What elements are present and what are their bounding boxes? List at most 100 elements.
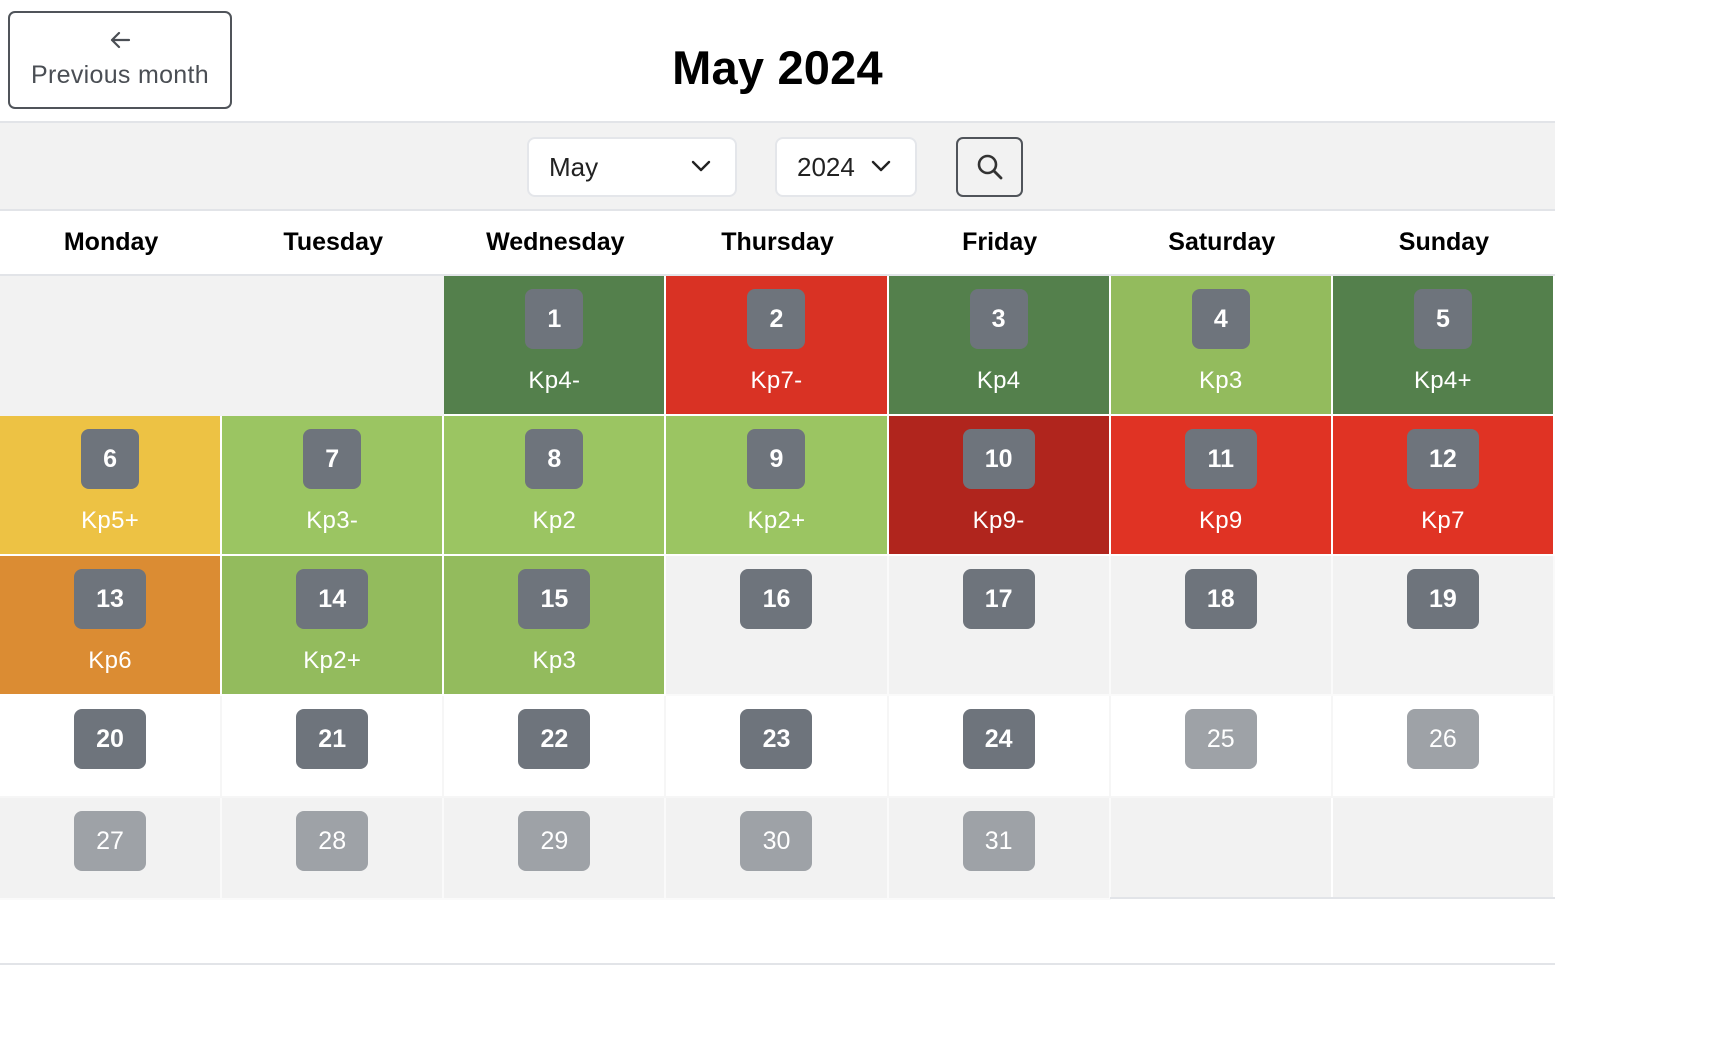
calendar-day-4[interactable]: 4 Kp3 [1110,276,1333,416]
calendar-day-2[interactable]: 2 Kp7- [666,276,889,416]
day-number-badge[interactable]: 16 [740,569,813,629]
weekday-header-row: Monday Tuesday Wednesday Thursday Friday Satu… [0,211,1555,276]
calendar-day-8[interactable]: 8 Kp2 [444,416,667,556]
kp-index-label: Kp2+ [303,647,362,674]
day-number-badge[interactable]: 12 [1406,429,1479,489]
calendar-day-14[interactable]: 14 Kp2+ [222,556,445,696]
day-number-badge[interactable]: 3 [969,289,1028,349]
kp-calendar-page: Previous month May 2024 May 2024 Monday T… [0,0,1555,1062]
page-title: May 2024 [672,41,883,94]
kp-index-label: Kp3- [306,507,359,534]
month-select[interactable]: May [527,137,737,197]
calendar-day-11[interactable]: 11 Kp9 [1110,416,1333,556]
calendar-empty-cell [1110,798,1333,900]
day-number-badge[interactable]: 13 [74,569,147,629]
kp-index-label: Kp7- [750,367,803,394]
kp-index-label: Kp5+ [81,507,140,534]
kp-index-label: Kp4 [976,367,1021,394]
calendar-day-18[interactable]: 18 [1110,556,1333,696]
weekday-friday: Friday [962,228,1038,256]
calendar-day-1[interactable]: 1 Kp4- [444,276,667,416]
month-picker-toolbar: May 2024 [0,123,1555,211]
calendar-day-3[interactable]: 3 Kp4 [888,276,1111,416]
calendar-day-16[interactable]: 16 [666,556,889,696]
calendar-day-29[interactable]: 29 [444,798,667,900]
calendar-day-20[interactable]: 20 [0,696,223,798]
calendar-day-22[interactable]: 22 [444,696,667,798]
calendar-day-21[interactable]: 21 [222,696,445,798]
search-button[interactable] [956,137,1023,197]
calendar-day-19[interactable]: 19 [1332,556,1555,696]
calendar-day-17[interactable]: 17 [888,556,1111,696]
kp-index-label: Kp9- [972,507,1025,534]
calendar-day-13[interactable]: 13 Kp6 [0,556,223,696]
calendar-day-26[interactable]: 26 [1332,696,1555,798]
day-number-badge[interactable]: 4 [1191,289,1250,349]
chevron-down-icon [691,160,711,172]
day-number-badge[interactable]: 8 [525,429,584,489]
weekday-sunday: Sunday [1398,228,1490,256]
day-number-badge[interactable]: 23 [740,709,813,769]
calendar-day-25[interactable]: 25 [1110,696,1333,798]
day-number-badge[interactable]: 9 [747,429,806,489]
weekday-wednesday: Wednesday [486,228,625,256]
month-select-value: May [549,151,599,182]
day-number-badge[interactable]: 2 [747,289,806,349]
weekday-thursday: Thursday [721,228,834,256]
weekday-monday: Monday [63,228,159,256]
divider [1110,897,1555,899]
day-number-badge[interactable]: 17 [962,569,1035,629]
calendar-day-24[interactable]: 24 [888,696,1111,798]
day-number-badge[interactable]: 14 [296,569,369,629]
day-number-badge[interactable]: 5 [1413,289,1472,349]
day-number-badge[interactable]: 7 [303,429,362,489]
day-number-badge[interactable]: 31 [962,811,1035,871]
kp-index-label: Kp2 [532,507,577,534]
calendar-day-15[interactable]: 15 Kp3 [444,556,667,696]
day-number-badge[interactable]: 1 [525,289,584,349]
weekday-tuesday: Tuesday [283,228,383,256]
chevron-down-icon [871,160,891,172]
day-number-badge[interactable]: 18 [1184,569,1257,629]
calendar-day-28[interactable]: 28 [222,798,445,900]
day-number-badge[interactable]: 26 [1406,709,1479,769]
day-number-badge[interactable]: 10 [962,429,1035,489]
day-number-badge[interactable]: 29 [518,811,591,871]
day-number-badge[interactable]: 11 [1184,429,1257,489]
calendar-day-23[interactable]: 23 [666,696,889,798]
year-select[interactable]: 2024 [775,137,917,197]
kp-index-label: Kp3 [532,647,577,674]
kp-index-label: Kp4- [528,367,581,394]
day-number-badge[interactable]: 28 [296,811,369,871]
day-number-badge[interactable]: 24 [962,709,1035,769]
calendar-day-10[interactable]: 10 Kp9- [888,416,1111,556]
year-select-value: 2024 [797,151,855,182]
kp-index-label: Kp4+ [1413,367,1472,394]
calendar-grid: 1 Kp4- 2 Kp7- 3 Kp4 4 Kp3 5 Kp4+ 6 Kp5+ 7 Kp3- 8 Kp2 9 Kp… [0,276,1555,900]
kp-index-label: Kp2+ [747,507,806,534]
calendar-day-31[interactable]: 31 [888,798,1111,900]
day-number-badge[interactable]: 22 [518,709,591,769]
day-number-badge[interactable]: 30 [740,811,813,871]
day-number-badge[interactable]: 21 [296,709,369,769]
calendar-day-12[interactable]: 12 Kp7 [1332,416,1555,556]
weekday-saturday: Saturday [1168,228,1276,256]
calendar-empty-cell [222,276,445,416]
kp-index-label: Kp7 [1421,507,1465,534]
day-number-badge[interactable]: 25 [1184,709,1257,769]
calendar-day-6[interactable]: 6 Kp5+ [0,416,223,556]
day-number-badge[interactable]: 27 [74,811,147,871]
day-number-badge[interactable]: 6 [81,429,140,489]
calendar-empty-cell [1332,798,1555,900]
calendar-day-9[interactable]: 9 Kp2+ [666,416,889,556]
day-number-badge[interactable]: 20 [74,709,147,769]
calendar-day-27[interactable]: 27 [0,798,223,900]
calendar-day-5[interactable]: 5 Kp4+ [1332,276,1555,416]
kp-index-label: Kp6 [88,647,132,674]
day-number-badge[interactable]: 15 [518,569,591,629]
calendar-day-30[interactable]: 30 [666,798,889,900]
day-number-badge[interactable]: 19 [1406,569,1479,629]
search-icon [977,154,1002,180]
calendar-day-7[interactable]: 7 Kp3- [222,416,445,556]
kp-index-label: Kp9 [1198,507,1243,534]
